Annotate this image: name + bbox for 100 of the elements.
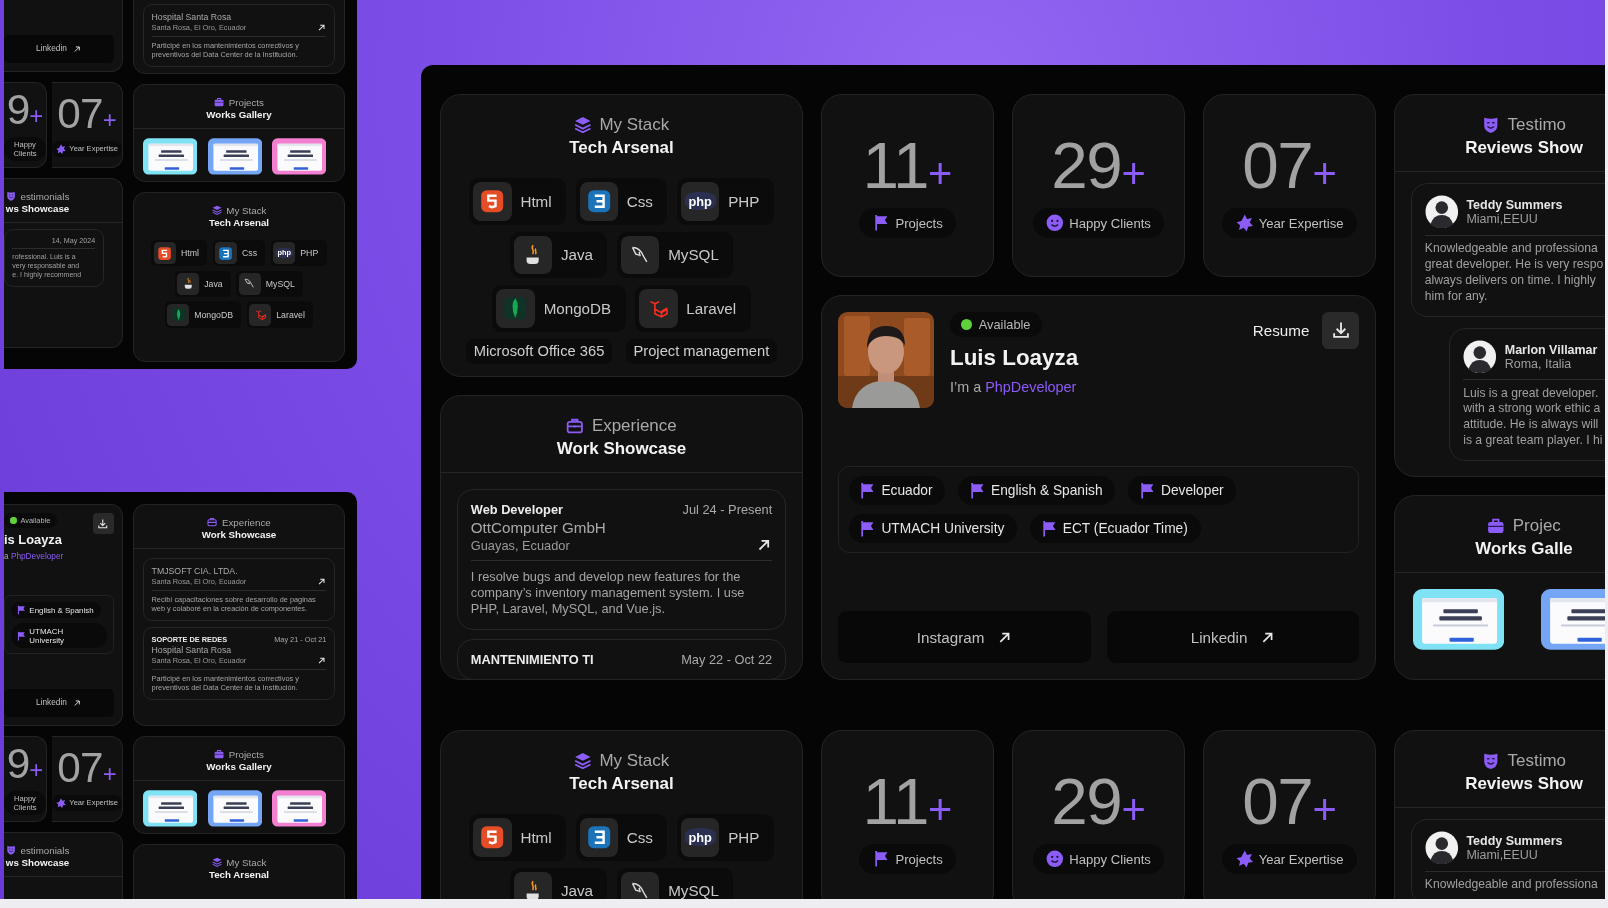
card-title: Testimo	[1507, 115, 1566, 135]
tech-label: MySQL	[668, 882, 719, 899]
card-subtitle: Works Galle	[1475, 539, 1573, 560]
card-title: Testimo	[1507, 751, 1566, 771]
stat-number: 11	[862, 768, 929, 835]
status-label: Available	[978, 316, 1031, 332]
php-logo: php	[680, 818, 720, 857]
mask-icon	[1482, 752, 1500, 770]
tech-label: Java	[560, 882, 594, 899]
link-button[interactable]: Linkedin	[4, 34, 114, 63]
tech-label: PHP	[300, 248, 319, 259]
download-icon	[97, 518, 109, 530]
tech-label: MySQL	[668, 246, 719, 264]
profile-intro: I’m a PhpDeveloper	[950, 378, 1077, 395]
plus-sign: +	[1312, 152, 1337, 195]
reviewer-name: Teddy Summers	[1466, 834, 1564, 849]
tag-label: English & Spanish	[990, 483, 1103, 499]
card-subtitle: ws Showcase	[5, 857, 70, 869]
tech-label: Css	[626, 192, 653, 210]
layers-icon	[211, 856, 222, 868]
bag-icon	[214, 96, 225, 108]
smiley-icon	[1046, 850, 1064, 868]
mask-icon	[5, 844, 16, 856]
tech-label: PHP	[728, 192, 760, 210]
card-title: Experience	[591, 416, 677, 436]
avatar-icon	[1424, 831, 1459, 865]
bag-icon	[1487, 517, 1505, 535]
card-title: Projects	[228, 96, 264, 108]
tech-label: Html	[520, 192, 552, 210]
link-button[interactable]: Linkedin	[1106, 611, 1359, 663]
card-subtitle: Works Gallery	[206, 109, 272, 121]
stat-number: 29	[1051, 132, 1122, 199]
card-subtitle: Tech Arsenal	[208, 869, 270, 881]
arrow-icon	[317, 576, 327, 586]
flag-icon	[16, 604, 27, 616]
job-dates: Jul 24 - Present	[682, 502, 773, 517]
tag-label: Ecuador	[881, 483, 933, 499]
card-subtitle: Work Showcase	[201, 529, 277, 541]
arrow-icon	[317, 655, 327, 665]
card-subtitle: Tech Arsenal	[208, 217, 270, 229]
plus-sign: +	[29, 104, 44, 129]
job-title: Web Developer	[470, 502, 563, 517]
avatar-icon	[1463, 339, 1497, 374]
link-button[interactable]: Instagram	[838, 611, 1091, 663]
card-subtitle: Works Gallery	[206, 761, 272, 773]
job-description: I resolve bugs and develop new features for the company’s inventory management system. I use PHP, Laravel, MySQL, and Vue.js.	[470, 568, 746, 617]
card-subtitle: ws Showcase	[5, 203, 70, 215]
card-subtitle: Tech Arsenal	[569, 774, 674, 795]
tech-label: Laravel	[686, 300, 737, 317]
stat-number: 29	[1051, 768, 1122, 835]
company-name: TMJSOFT CIA. LTDA.	[151, 565, 239, 576]
tag-label: ECT (Ecuador Time)	[1062, 520, 1188, 536]
company-name: OttComputer GmbH	[470, 518, 607, 536]
card-subtitle: Reviews Show	[1465, 138, 1583, 159]
review-text: Knowledgeable and professiona great developer. He is very respo always delivers on time. I highly him for any.	[1424, 241, 1605, 305]
reviewer-name: Teddy Summers	[1466, 198, 1564, 213]
plus-sign: +	[102, 762, 117, 787]
card-title: My Stack	[599, 751, 670, 771]
mask-icon	[1482, 116, 1500, 134]
flag-icon	[872, 214, 890, 232]
html-logo-icon	[473, 182, 512, 221]
mongodb-logo-icon	[167, 303, 190, 326]
briefcase-icon	[566, 417, 584, 435]
stat-label: Projects	[895, 215, 943, 231]
css-logo-icon	[579, 818, 618, 857]
tech-label: Css	[626, 828, 653, 846]
review-text: Luis is a great developer. with a strong work ethic a attitude. He is always will is a great team player. I hi	[1463, 385, 1604, 449]
tag-label: Developer	[1160, 483, 1224, 499]
profile-intro: a PhpDeveloper	[4, 551, 64, 561]
star-icon	[56, 797, 67, 808]
stat-number: 07	[57, 93, 103, 136]
star-icon	[56, 143, 67, 154]
stat-label: Year Expertise	[1258, 851, 1344, 867]
card-title: My Stack	[599, 115, 670, 135]
html-logo-icon	[473, 818, 512, 857]
reviewer-location: Miami,EEUU	[1466, 212, 1539, 227]
link-button[interactable]: Linkedin	[4, 688, 114, 717]
stat-label: Year Expertise	[1258, 215, 1344, 231]
stat-number: 9	[6, 89, 30, 132]
reviewer-location: Roma, Italia	[1504, 356, 1573, 371]
stat-number: 07	[57, 747, 103, 790]
tech-label: Laravel	[276, 309, 305, 320]
tech-label: PHP	[728, 828, 760, 846]
html-logo-icon	[153, 242, 176, 265]
card-subtitle: Work Showcase	[556, 439, 687, 460]
tech-label: MongoDB	[194, 309, 234, 320]
bag-icon	[214, 748, 225, 760]
job-title: MANTENIMIENTO TI	[470, 652, 594, 668]
arrow-icon	[317, 22, 327, 32]
plus-sign: +	[928, 788, 953, 831]
skill-chip: Project management	[626, 338, 777, 364]
resume-button[interactable]	[92, 513, 114, 535]
avatar-icon	[1424, 195, 1459, 229]
css-logo-icon	[214, 242, 237, 265]
layers-icon	[573, 116, 592, 134]
tech-label: Html	[180, 248, 199, 259]
resume-button[interactable]: Resume	[1252, 312, 1359, 349]
star-icon	[1235, 214, 1254, 232]
company-name: Hospital Santa Rosa	[151, 644, 233, 655]
reviewer-location: Miami,EEUU	[1466, 848, 1539, 863]
